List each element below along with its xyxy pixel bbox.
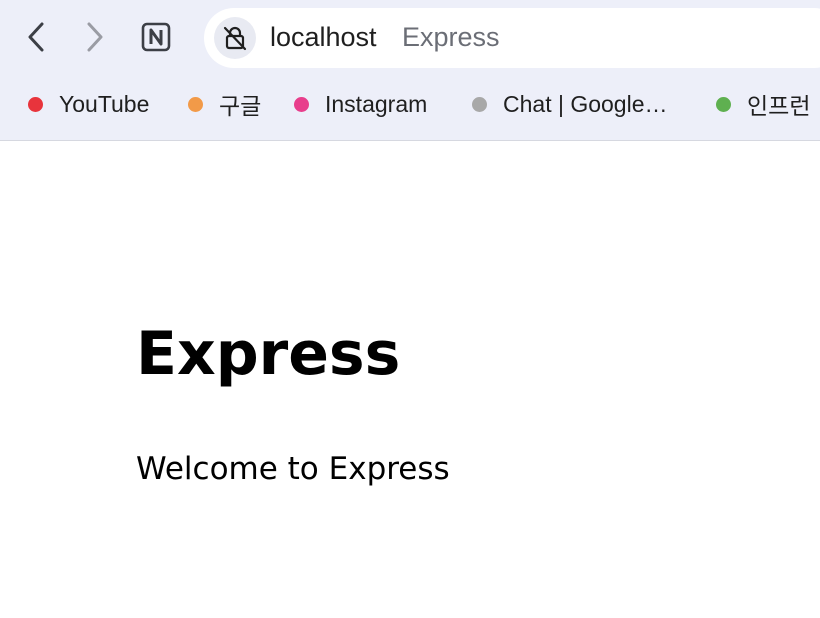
page-content: Express Welcome to Express bbox=[0, 142, 820, 618]
bookmark-instagram[interactable]: Instagram bbox=[294, 86, 427, 122]
notion-extension-button[interactable] bbox=[136, 17, 176, 57]
bookmark-youtube[interactable]: YouTube bbox=[28, 86, 149, 122]
bookmark-label: YouTube bbox=[59, 90, 150, 117]
bookmark-label: Instagram bbox=[325, 90, 428, 117]
forward-button[interactable] bbox=[75, 17, 115, 57]
chevron-left-icon bbox=[28, 22, 44, 52]
site-info-button[interactable] bbox=[214, 17, 256, 59]
url-page-title: Express bbox=[402, 22, 500, 52]
bookmark-label: 인프런 bbox=[747, 93, 811, 119]
page-title: Express bbox=[136, 319, 401, 389]
bookmark-dot-icon bbox=[28, 96, 43, 112]
bookmark-google[interactable]: 구글 bbox=[188, 86, 261, 122]
bookmark-dot-icon bbox=[188, 96, 203, 112]
bookmark-chat-google[interactable]: Chat | Google… bbox=[472, 86, 668, 122]
address-bar[interactable]: localhost Express bbox=[204, 8, 820, 68]
bookmark-label: Chat | Google… bbox=[503, 90, 668, 117]
bookmark-inflearn[interactable]: 인프런 bbox=[716, 86, 810, 122]
bookmarks-bar: YouTube 구글 Instagram Chat | Google… 인프런 bbox=[0, 76, 820, 132]
bookmark-dot-icon bbox=[472, 96, 487, 112]
not-secure-icon bbox=[223, 26, 247, 51]
chevron-right-icon bbox=[87, 22, 103, 52]
bookmark-dot-icon bbox=[294, 96, 309, 112]
bookmark-dot-icon bbox=[716, 96, 731, 112]
back-button[interactable] bbox=[16, 17, 56, 57]
welcome-text: Welcome to Express bbox=[136, 451, 450, 487]
navigation-toolbar: localhost Express bbox=[0, 0, 820, 76]
bookmark-label: 구글 bbox=[219, 93, 262, 119]
url-host: localhost bbox=[270, 22, 377, 52]
notion-icon bbox=[141, 22, 171, 52]
browser-chrome: localhost Express YouTube 구글 Instagram C… bbox=[0, 0, 820, 141]
